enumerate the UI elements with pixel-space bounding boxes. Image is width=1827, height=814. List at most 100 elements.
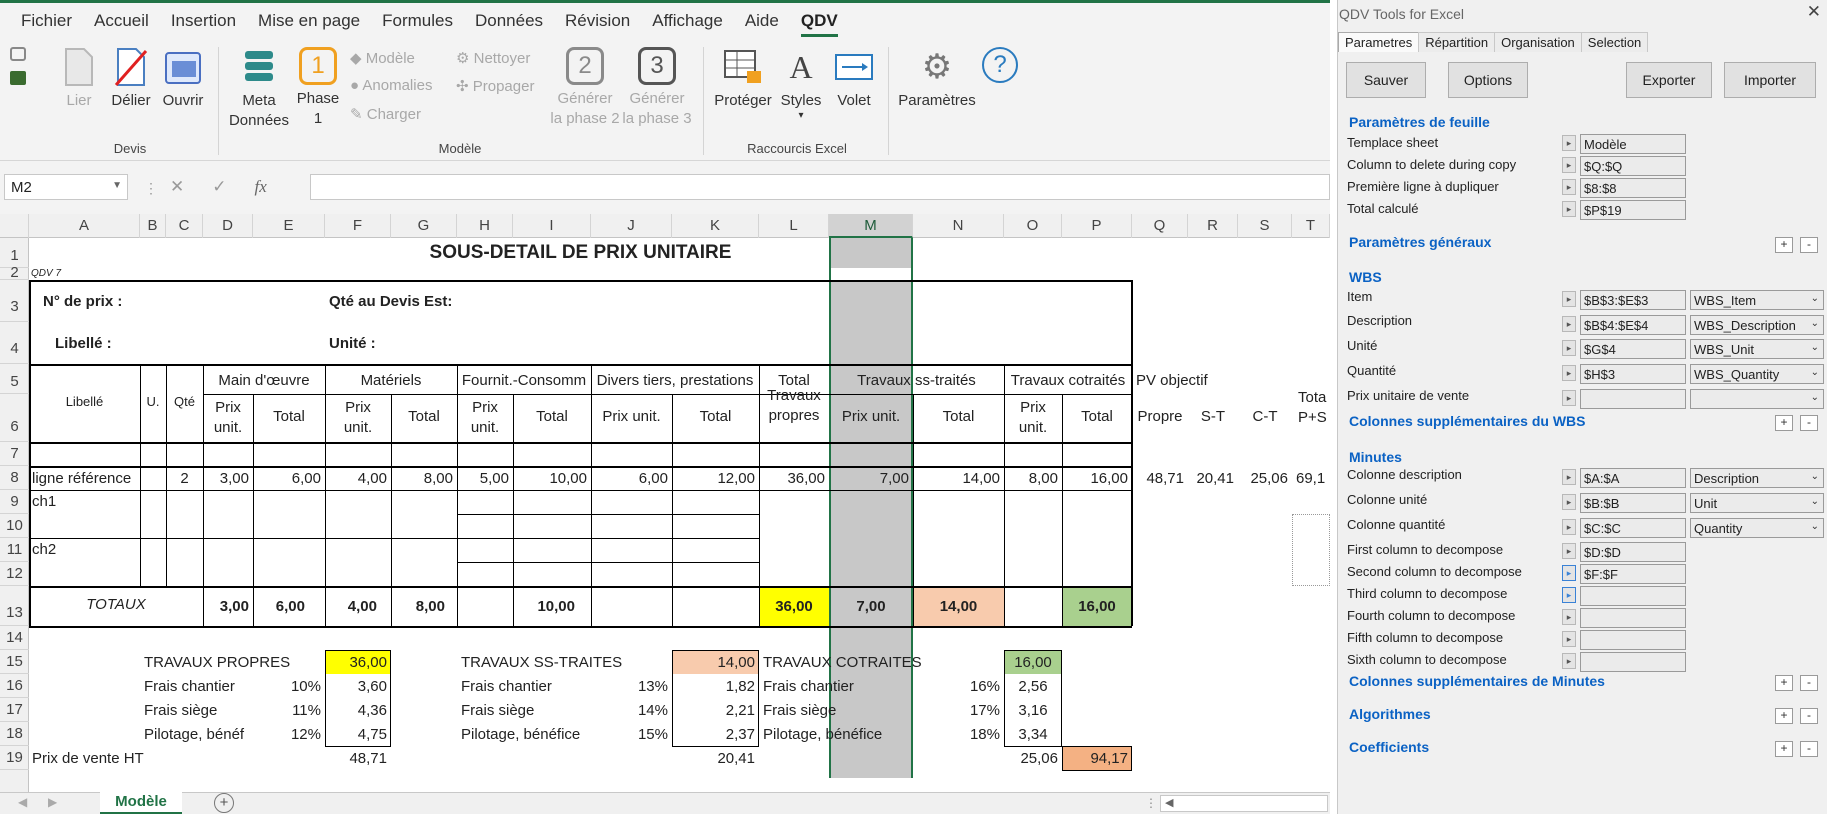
r8-q[interactable]: 48,71: [1132, 470, 1184, 487]
r8-d[interactable]: 3,00: [203, 470, 249, 487]
cube-icon[interactable]: [10, 47, 26, 61]
modele-small-button[interactable]: ◆ Modèle: [350, 49, 415, 67]
expand-plus-icon[interactable]: +: [1775, 415, 1793, 431]
s3-r17-pct[interactable]: 17%: [913, 702, 1000, 719]
tab-formules[interactable]: Formules: [371, 3, 464, 39]
feuille-value-3[interactable]: $P$19: [1580, 200, 1686, 220]
generer-phase2-button[interactable]: 2 Générer la phase 2: [548, 47, 622, 129]
decomp-value-3[interactable]: [1580, 608, 1686, 628]
tab-qdv[interactable]: QDV: [790, 3, 849, 39]
generer-phase3-button[interactable]: 3 Générer la phase 3: [620, 47, 694, 129]
range-picker-icon[interactable]: ▸: [1562, 291, 1576, 307]
range-picker-icon[interactable]: ▸: [1562, 390, 1576, 406]
tot-g[interactable]: 8,00: [391, 598, 445, 615]
s1-value[interactable]: 36,00: [325, 654, 387, 671]
sauver-button[interactable]: Sauver: [1346, 62, 1426, 98]
cancel-icon[interactable]: ✕: [170, 177, 184, 197]
section-parametres-feuille[interactable]: Paramètres de feuille: [1349, 114, 1490, 130]
r8-j[interactable]: 6,00: [591, 470, 668, 487]
minutes-select-2[interactable]: Quantity ⌄: [1690, 518, 1824, 538]
s1-r18-pct[interactable]: 12%: [253, 726, 321, 743]
section-colonnes-minutes[interactable]: Colonnes supplémentaires de Minutes: [1349, 673, 1605, 689]
range-picker-icon[interactable]: ▸: [1562, 316, 1576, 332]
range-picker-icon[interactable]: ▸: [1562, 365, 1576, 381]
r8-f[interactable]: 4,00: [325, 470, 387, 487]
r8-qte[interactable]: 2: [166, 470, 203, 487]
collapse-minus-icon[interactable]: -: [1800, 741, 1818, 757]
col-header-n[interactable]: N: [913, 214, 1004, 238]
close-icon[interactable]: ✕: [1807, 2, 1821, 22]
col-header-p[interactable]: P: [1062, 214, 1132, 238]
wbs-select-0[interactable]: WBS_Item ⌄: [1690, 290, 1824, 310]
anomalies-button[interactable]: ● Anomalies: [350, 77, 432, 94]
wbs-select-2[interactable]: WBS_Unit ⌄: [1690, 339, 1824, 359]
r8-m[interactable]: 7,00: [829, 470, 909, 487]
s2-r17-pct[interactable]: 14%: [591, 702, 668, 719]
range-picker-icon[interactable]: ▸: [1562, 587, 1576, 603]
wbs-select-3[interactable]: WBS_Quantity ⌄: [1690, 364, 1824, 384]
expand-plus-icon[interactable]: +: [1775, 741, 1793, 757]
tab-parametres[interactable]: Parametres: [1338, 32, 1420, 52]
s1-r16-val[interactable]: 3,60: [325, 678, 387, 695]
delier-button[interactable]: Délier: [106, 47, 156, 111]
col-header-q[interactable]: Q: [1132, 214, 1188, 238]
charger-button[interactable]: ✎ Charger: [350, 105, 421, 123]
scroll-right-icon[interactable]: ▶: [48, 795, 57, 809]
col-header-t[interactable]: T: [1292, 214, 1330, 238]
col-header-m[interactable]: M: [829, 214, 913, 238]
col-header-a[interactable]: A: [29, 214, 140, 238]
chevron-down-icon[interactable]: ▼: [112, 180, 122, 191]
tot-p[interactable]: 16,00: [1062, 598, 1132, 615]
tot-n[interactable]: 14,00: [913, 598, 1004, 615]
section-minutes[interactable]: Minutes: [1349, 449, 1402, 465]
s1-r17-pct[interactable]: 11%: [253, 702, 321, 719]
wbs-value-4[interactable]: [1580, 389, 1686, 409]
tot-m[interactable]: 7,00: [829, 598, 913, 615]
exporter-button[interactable]: Exporter: [1626, 62, 1712, 98]
tab-accueil[interactable]: Accueil: [83, 3, 160, 39]
r8-i[interactable]: 10,00: [513, 470, 587, 487]
section-wbs[interactable]: WBS: [1349, 269, 1382, 285]
s2-r18-pct[interactable]: 15%: [591, 726, 668, 743]
s1-r18-val[interactable]: 4,75: [325, 726, 387, 743]
pv-p[interactable]: 94,17: [1062, 750, 1128, 767]
range-picker-icon[interactable]: ▸: [1562, 543, 1576, 559]
s3-r16-val[interactable]: 2,56: [1004, 678, 1062, 695]
worksheet-grid[interactable]: A B C D E F G H I J K L M N O P Q R S T …: [0, 214, 1330, 792]
minutes-value-0[interactable]: $A:$A: [1580, 468, 1686, 488]
range-picker-icon[interactable]: ▸: [1562, 469, 1576, 485]
horizontal-scrollbar[interactable]: ◀: [1160, 795, 1328, 812]
collapse-minus-icon[interactable]: -: [1800, 237, 1818, 253]
r8-n[interactable]: 14,00: [913, 470, 1000, 487]
r8-l[interactable]: 36,00: [759, 470, 825, 487]
col-header-b[interactable]: B: [140, 214, 166, 238]
help-button[interactable]: ?: [982, 47, 1022, 83]
r8-e[interactable]: 6,00: [253, 470, 321, 487]
tab-organisation[interactable]: Organisation: [1494, 32, 1582, 52]
options-button[interactable]: Options: [1448, 62, 1528, 98]
range-picker-icon[interactable]: ▸: [1562, 340, 1576, 356]
tab-repartition[interactable]: Répartition: [1418, 32, 1496, 52]
wbs-value-2[interactable]: $G$4: [1580, 339, 1686, 359]
ch2-label[interactable]: ch2: [32, 541, 56, 558]
decomp-value-5[interactable]: [1580, 652, 1686, 672]
s2-r16-val[interactable]: 1,82: [672, 678, 755, 695]
function-icon[interactable]: fx: [255, 177, 267, 197]
tab-donnees[interactable]: Données: [464, 3, 554, 39]
propager-button[interactable]: ✣ Propager: [456, 77, 534, 95]
pv-k[interactable]: 20,41: [672, 750, 755, 767]
col-header-e[interactable]: E: [253, 214, 325, 238]
r8-o[interactable]: 8,00: [1004, 470, 1058, 487]
ch1-label[interactable]: ch1: [32, 493, 56, 510]
wbs-value-1[interactable]: $B$4:$E$4: [1580, 315, 1686, 335]
r8-p[interactable]: 16,00: [1062, 470, 1128, 487]
phase1-button[interactable]: 1 Phase 1: [294, 47, 342, 129]
range-picker-icon[interactable]: ▸: [1562, 157, 1576, 173]
pv-o[interactable]: 25,06: [1004, 750, 1058, 767]
formula-input[interactable]: [310, 174, 1330, 200]
col-header-o[interactable]: O: [1004, 214, 1062, 238]
s3-r16-pct[interactable]: 16%: [913, 678, 1000, 695]
col-header-h[interactable]: H: [457, 214, 513, 238]
section-algorithmes[interactable]: Algorithmes: [1349, 706, 1431, 722]
styles-button[interactable]: A Styles ▾: [774, 47, 828, 121]
